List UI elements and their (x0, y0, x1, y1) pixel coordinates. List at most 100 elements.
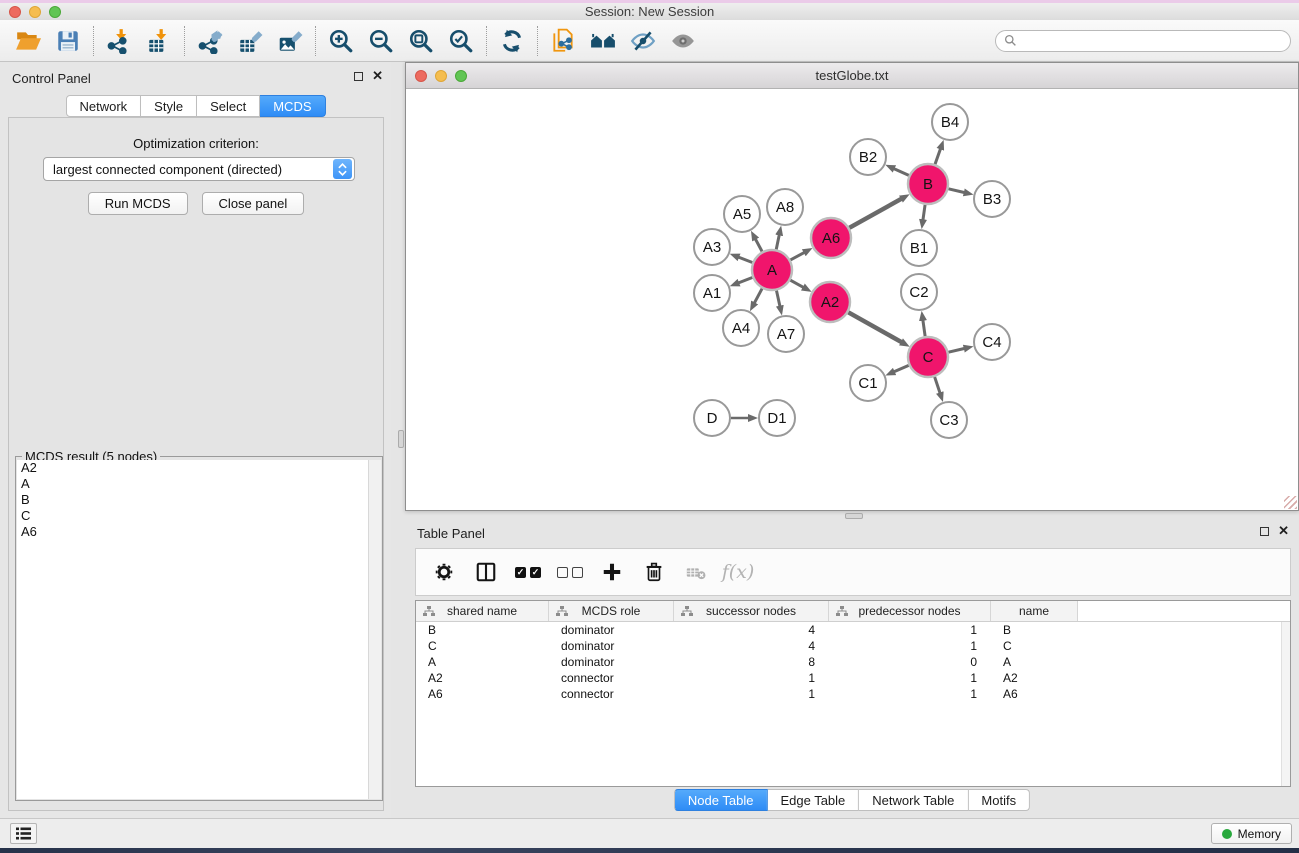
edge-A-A2[interactable] (790, 280, 803, 287)
mcds-result-item[interactable]: C (17, 508, 381, 524)
mcds-result-item[interactable]: B (17, 492, 381, 508)
node-A3[interactable]: A3 (694, 229, 730, 265)
close-panel-icon[interactable]: ✕ (1278, 526, 1289, 536)
tab-node-table[interactable]: Node Table (674, 789, 768, 811)
node-B4[interactable]: B4 (932, 104, 968, 140)
export-image-icon[interactable] (270, 23, 310, 59)
node-D[interactable]: D (694, 400, 730, 436)
edge-A-A4[interactable] (754, 289, 762, 304)
mcds-result-item[interactable]: A6 (17, 524, 381, 540)
edge-C-C4[interactable] (948, 348, 964, 352)
zoom-out-icon[interactable] (361, 23, 401, 59)
node-A2[interactable]: A2 (810, 282, 850, 322)
edge-A-A6[interactable] (790, 252, 804, 260)
edge-A-A3[interactable] (738, 257, 752, 262)
mcds-result-list[interactable]: A2ABCA6 (17, 460, 381, 799)
resize-grip-icon[interactable] (1284, 496, 1297, 509)
tab-style[interactable]: Style (141, 95, 197, 117)
close-panel-button[interactable]: Close panel (202, 192, 305, 215)
tab-network-table[interactable]: Network Table (859, 789, 968, 811)
edge-B-B2[interactable] (894, 168, 909, 175)
edge-A-A1[interactable] (738, 278, 752, 283)
edge-A-A5[interactable] (755, 239, 762, 252)
tab-select[interactable]: Select (197, 95, 260, 117)
minimize-traffic-light[interactable] (29, 6, 41, 18)
refresh-icon[interactable] (492, 23, 532, 59)
node-A[interactable]: A (752, 250, 792, 290)
add-icon[interactable] (596, 556, 628, 588)
zoom-selected-icon[interactable] (441, 23, 481, 59)
edge-B-B3[interactable] (948, 189, 964, 193)
zoom-traffic-light[interactable] (49, 6, 61, 18)
edge-B-B4[interactable] (935, 148, 941, 164)
close-traffic-light[interactable] (415, 70, 427, 82)
tab-edge-table[interactable]: Edge Table (767, 789, 859, 811)
export-table-icon[interactable] (230, 23, 270, 59)
memory-button[interactable]: Memory (1211, 823, 1292, 844)
float-panel-icon[interactable] (1260, 527, 1269, 536)
zoom-in-icon[interactable] (321, 23, 361, 59)
close-traffic-light[interactable] (9, 6, 21, 18)
edge-C-C3[interactable] (935, 377, 941, 394)
show-columns-icon[interactable] (470, 556, 502, 588)
node-A1[interactable]: A1 (694, 275, 730, 311)
table-settings-gear-icon[interactable] (428, 556, 460, 588)
tab-motifs[interactable]: Motifs (968, 789, 1030, 811)
import-table-icon[interactable] (139, 23, 179, 59)
table-row[interactable]: A2connector11A2 (416, 670, 1290, 686)
column-header-predecessor-nodes[interactable]: predecessor nodes (829, 601, 991, 621)
table-row[interactable]: Bdominator41B (416, 622, 1290, 638)
network-canvas[interactable]: AA1A2A3A4A5A6A7A8BB1B2B3B4CC1C2C3C4DD1 (406, 89, 1298, 510)
edge-A6-B[interactable] (849, 199, 901, 228)
table-row[interactable]: Adominator80A (416, 654, 1290, 670)
node-A7[interactable]: A7 (768, 316, 804, 352)
criterion-select[interactable]: largest connected component (directed) (43, 157, 355, 181)
zoom-fit-icon[interactable] (401, 23, 441, 59)
network-window-titlebar[interactable]: testGlobe.txt (406, 63, 1298, 89)
edge-B-B1[interactable] (923, 205, 925, 220)
edge-C-C1[interactable] (894, 365, 909, 372)
node-B1[interactable]: B1 (901, 230, 937, 266)
show-all-eye-icon[interactable] (663, 23, 703, 59)
node-A8[interactable]: A8 (767, 189, 803, 225)
import-network-icon[interactable] (99, 23, 139, 59)
node-B2[interactable]: B2 (850, 139, 886, 175)
export-network-icon[interactable] (190, 23, 230, 59)
table-scrollbar[interactable] (1281, 622, 1290, 786)
edge-A2-C[interactable] (848, 312, 902, 342)
copy-network-icon[interactable] (543, 23, 583, 59)
node-D1[interactable]: D1 (759, 400, 795, 436)
open-file-icon[interactable] (8, 23, 48, 59)
home-layout-icon[interactable] (583, 23, 623, 59)
column-header-shared-name[interactable]: shared name (416, 601, 549, 621)
column-header-name[interactable]: name (991, 601, 1078, 621)
node-B[interactable]: B (908, 164, 948, 204)
save-session-icon[interactable] (48, 23, 88, 59)
tab-mcds[interactable]: MCDS (260, 95, 325, 117)
deselect-all-icon[interactable] (554, 556, 586, 588)
run-mcds-button[interactable]: Run MCDS (88, 192, 188, 215)
panel-toggle-button[interactable] (10, 823, 37, 844)
delete-trash-icon[interactable] (638, 556, 670, 588)
result-list-scrollbar[interactable] (368, 460, 381, 799)
edge-C-C2[interactable] (923, 320, 925, 336)
mcds-result-item[interactable]: A2 (17, 460, 381, 476)
node-C1[interactable]: C1 (850, 365, 886, 401)
node-C3[interactable]: C3 (931, 402, 967, 438)
node-A4[interactable]: A4 (723, 310, 759, 346)
node-C[interactable]: C (908, 337, 948, 377)
splitter-handle-bottom[interactable] (845, 513, 863, 519)
edge-A-A8[interactable] (776, 234, 779, 249)
node-A5[interactable]: A5 (724, 196, 760, 232)
table-row[interactable]: A6connector11A6 (416, 686, 1290, 702)
splitter-handle-left[interactable] (398, 430, 404, 448)
hide-selected-eye-icon[interactable] (623, 23, 663, 59)
select-all-icon[interactable]: ✓✓ (512, 556, 544, 588)
float-panel-icon[interactable] (354, 72, 363, 81)
minimize-traffic-light[interactable] (435, 70, 447, 82)
table-row[interactable]: Cdominator41C (416, 638, 1290, 654)
zoom-traffic-light[interactable] (455, 70, 467, 82)
search-input[interactable] (1022, 34, 1282, 48)
node-A6[interactable]: A6 (811, 218, 851, 258)
edge-A-A7[interactable] (776, 291, 780, 307)
